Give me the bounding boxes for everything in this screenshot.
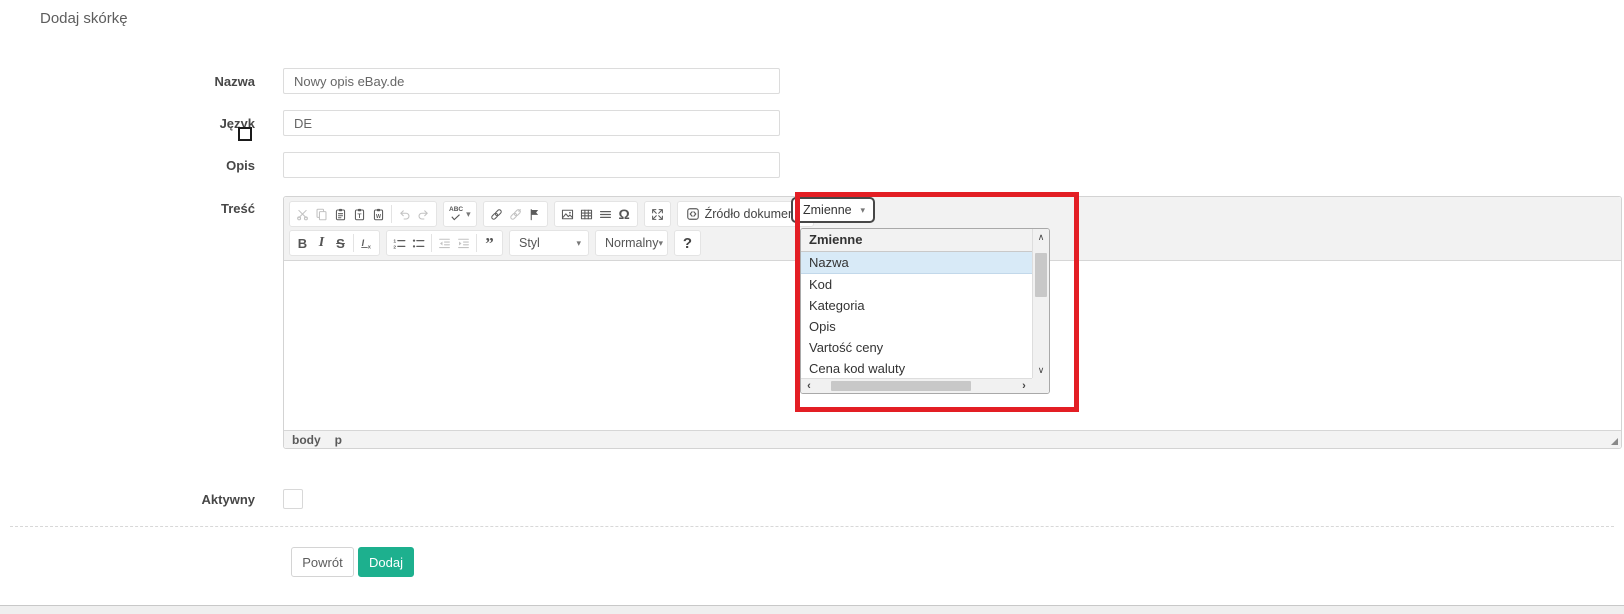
page: Dodaj skórkę Nazwa Język Opis Treść T	[0, 0, 1624, 614]
link-group	[483, 201, 548, 227]
dropdown-item-kategoria[interactable]: Kategoria	[801, 295, 1032, 316]
toolbar-row-1: T W ABC ▾	[289, 201, 1621, 227]
section-divider	[10, 526, 1614, 527]
paste-as-text-icon[interactable]: T	[350, 203, 369, 225]
copy-icon[interactable]	[312, 203, 331, 225]
resize-handle-icon[interactable]	[1611, 438, 1618, 445]
vertical-scrollbar[interactable]: ∧ ∨	[1032, 229, 1049, 378]
submit-button[interactable]: Dodaj	[358, 547, 414, 577]
document-source-icon	[686, 207, 700, 221]
label-nazwa: Nazwa	[55, 74, 255, 89]
blockquote-icon[interactable]: ”	[480, 232, 499, 254]
svg-text:2: 2	[393, 244, 396, 250]
editor-path-bar: body p	[284, 430, 1621, 448]
scroll-down-icon[interactable]: ∨	[1033, 362, 1049, 378]
chevron-down-icon: ▾	[576, 239, 581, 248]
toolbar-separator	[391, 205, 392, 223]
basicstyles-group: B I S Ix	[289, 230, 380, 256]
decrease-indent-icon[interactable]	[435, 232, 454, 254]
nazwa-input[interactable]	[283, 68, 780, 94]
svg-text:1: 1	[393, 238, 396, 244]
scroll-right-icon[interactable]: ›	[1016, 379, 1032, 393]
svg-text:T: T	[358, 213, 362, 220]
horizontal-scrollbar-thumb[interactable]	[831, 381, 971, 391]
scroll-up-icon[interactable]: ∧	[1033, 229, 1049, 245]
italic-icon[interactable]: I	[312, 232, 331, 254]
spellcheck-group: ABC ▾	[443, 201, 477, 227]
dropdown-item-nazwa[interactable]: Nazwa	[801, 252, 1032, 274]
opis-input[interactable]	[283, 152, 780, 178]
image-icon[interactable]	[558, 203, 577, 225]
format-combo-label: Normalny	[605, 236, 659, 250]
redo-icon[interactable]	[414, 203, 433, 225]
label-opis: Opis	[55, 158, 255, 173]
variables-dropdown-panel: Zmienne Nazwa Kod Kategoria Opis Vartość…	[800, 228, 1050, 394]
format-combo[interactable]: Normalny ▾	[595, 230, 668, 256]
active-checkbox[interactable]	[283, 489, 303, 509]
style-combo-label: Styl	[519, 236, 540, 250]
scrollbar-corner	[1032, 378, 1049, 393]
link-icon[interactable]	[487, 203, 506, 225]
style-combo[interactable]: Styl ▾	[509, 230, 589, 256]
help-icon[interactable]: ?	[678, 232, 697, 254]
horizontal-scrollbar[interactable]: ‹ ›	[801, 378, 1032, 393]
chevron-down-icon: ▾	[860, 206, 865, 215]
label-tresc: Treść	[55, 201, 255, 216]
dropdown-list: Zmienne Nazwa Kod Kategoria Opis Vartość…	[801, 229, 1032, 378]
svg-text:I: I	[362, 237, 365, 247]
paste-icon[interactable]	[331, 203, 350, 225]
path-element-p[interactable]: p	[335, 433, 342, 447]
list-indent-group: 12 ”	[386, 230, 503, 256]
variables-dropdown-button[interactable]: Zmienne ▾	[791, 197, 875, 223]
path-element-body[interactable]: body	[292, 433, 321, 447]
cursor-artifact	[238, 127, 252, 141]
svg-text:W: W	[376, 213, 381, 219]
chevron-down-icon: ▾	[659, 239, 664, 248]
clipboard-group: T W	[289, 201, 437, 227]
svg-text:x: x	[368, 244, 372, 250]
maximize-group	[644, 201, 671, 227]
table-icon[interactable]	[577, 203, 596, 225]
remove-format-icon[interactable]: Ix	[357, 232, 376, 254]
label-jezyk: Język	[55, 116, 255, 131]
dropdown-item-vartosc-ceny[interactable]: Vartość ceny	[801, 337, 1032, 358]
toolbar-separator	[353, 234, 354, 252]
special-character-icon[interactable]: Ω	[615, 203, 634, 225]
cut-icon[interactable]	[293, 203, 312, 225]
vertical-scrollbar-thumb[interactable]	[1035, 253, 1047, 297]
page-title: Dodaj skórkę	[40, 10, 128, 27]
chevron-down-icon: ▾	[466, 210, 471, 219]
bulleted-list-icon[interactable]	[409, 232, 428, 254]
toolbar-separator	[431, 234, 432, 252]
insert-group: Ω	[554, 201, 638, 227]
bold-icon[interactable]: B	[293, 232, 312, 254]
strikethrough-icon[interactable]: S	[331, 232, 350, 254]
dropdown-item-kod[interactable]: Kod	[801, 274, 1032, 295]
scroll-left-icon[interactable]: ‹	[801, 379, 817, 393]
spellcheck-icon: ABC	[449, 207, 463, 221]
toolbar-separator	[476, 234, 477, 252]
variables-button-label: Zmienne	[803, 203, 852, 217]
footer-bar	[0, 605, 1624, 614]
label-aktywny: Aktywny	[55, 492, 255, 507]
anchor-flag-icon[interactable]	[525, 203, 544, 225]
jezyk-input[interactable]	[283, 110, 780, 136]
increase-indent-icon[interactable]	[454, 232, 473, 254]
horizontal-line-icon[interactable]	[596, 203, 615, 225]
dropdown-item-cena-kod-waluty[interactable]: Cena kod waluty	[801, 358, 1032, 378]
maximize-icon[interactable]	[648, 203, 667, 225]
about-group: ?	[674, 230, 701, 256]
unlink-icon[interactable]	[506, 203, 525, 225]
paste-from-word-icon[interactable]: W	[369, 203, 388, 225]
dropdown-item-opis[interactable]: Opis	[801, 316, 1032, 337]
numbered-list-icon[interactable]: 12	[390, 232, 409, 254]
undo-icon[interactable]	[395, 203, 414, 225]
spellcheck-button[interactable]: ABC ▾	[447, 207, 473, 221]
dropdown-header: Zmienne	[801, 229, 1032, 252]
back-button[interactable]: Powrót	[291, 547, 354, 577]
